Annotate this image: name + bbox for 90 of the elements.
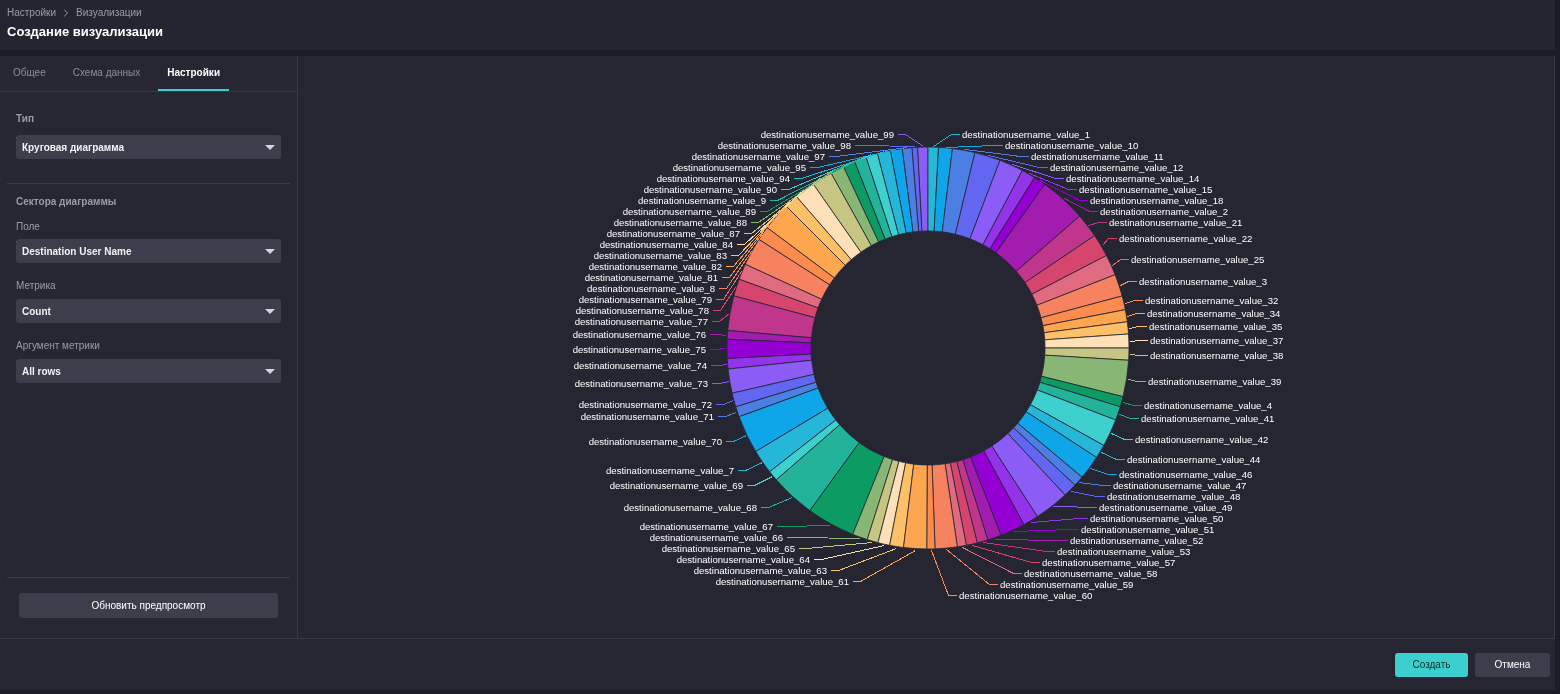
slice-label: destinationusername_value_35	[1149, 321, 1283, 332]
slice-label: destinationusername_value_95	[672, 162, 806, 173]
slice-label: destinationusername_value_46	[1119, 469, 1253, 480]
slice-label: destinationusername_value_90	[643, 184, 777, 195]
dropdown[interactable]: Destination User Name	[16, 239, 281, 263]
slice-label: destinationusername_value_25	[1131, 254, 1265, 265]
field-label: Тип	[16, 113, 35, 125]
slice-label: destinationusername_value_34	[1147, 308, 1281, 319]
breadcrumb-link[interactable]: Настройки	[7, 7, 57, 19]
slice-label: destinationusername_value_42	[1135, 434, 1269, 445]
slice-label: destinationusername_value_70	[588, 436, 722, 447]
slice-label: destinationusername_value_94	[656, 173, 790, 184]
slice-label: destinationusername_value_88	[613, 217, 747, 228]
slice-label: destinationusername_value_41	[1141, 413, 1275, 424]
slice-label: destinationusername_value_39	[1148, 376, 1282, 387]
slice-label: destinationusername_value_49	[1099, 502, 1233, 513]
slice-label: destinationusername_value_3	[1139, 276, 1267, 287]
field-label: Поле	[16, 221, 41, 233]
slice-label: destinationusername_value_81	[584, 272, 718, 283]
slice-label: destinationusername_value_58	[1024, 568, 1158, 579]
slice-label: destinationusername_value_11	[1031, 151, 1164, 162]
slice-label: destinationusername_value_68	[623, 502, 757, 513]
slice-label: destinationusername_value_12	[1050, 162, 1184, 173]
slice-label: destinationusername_value_76	[572, 329, 706, 340]
tab[interactable]: Общее	[4, 56, 55, 91]
caret-down-icon	[265, 144, 275, 150]
slice-label: destinationusername_value_21	[1109, 217, 1243, 228]
caret-down-icon	[265, 368, 275, 374]
slice-label: destinationusername_value_63	[693, 565, 827, 576]
slice-label: destinationusername_value_44	[1127, 454, 1261, 465]
slice-label: destinationusername_value_37	[1150, 335, 1284, 346]
dropdown[interactable]: Count	[16, 299, 281, 323]
slice-label: destinationusername_value_69	[609, 480, 743, 491]
slice-label: destinationusername_value_77	[574, 316, 708, 327]
slice-label: destinationusername_value_60	[959, 590, 1093, 601]
slice-label: destinationusername_value_59	[1000, 579, 1134, 590]
tab[interactable]: Настройки	[158, 56, 230, 91]
create-button[interactable]: Создать	[1395, 652, 1468, 677]
slice-label: destinationusername_value_47	[1113, 480, 1247, 491]
slice-label: destinationusername_value_87	[606, 228, 740, 239]
slice-label: destinationusername_value_84	[599, 239, 733, 250]
slice-label: destinationusername_value_72	[578, 399, 712, 410]
slice-label: destinationusername_value_50	[1090, 513, 1224, 524]
slice-label: destinationusername_value_38	[1150, 350, 1284, 361]
slice-label: destinationusername_value_32	[1145, 295, 1279, 306]
slice-label: destinationusername_value_14	[1066, 173, 1200, 184]
slice-label: destinationusername_value_57	[1042, 557, 1176, 568]
slice-label: destinationusername_value_2	[1100, 206, 1228, 217]
slice-label: destinationusername_value_66	[649, 532, 783, 543]
slice-label: destinationusername_value_79	[578, 294, 712, 305]
field-label: Метрика	[16, 280, 57, 292]
slice-label: destinationusername_value_64	[676, 554, 810, 565]
slice-label: destinationusername_value_10	[1005, 140, 1139, 151]
slice-label: destinationusername_value_71	[580, 411, 714, 422]
slice-label: destinationusername_value_74	[573, 360, 707, 371]
slice-label: destinationusername_value_82	[588, 261, 722, 272]
slice-label: destinationusername_value_75	[572, 344, 706, 355]
slice-label: destinationusername_value_67	[639, 521, 773, 532]
slice-label: destinationusername_value_8	[587, 283, 715, 294]
slice-label: destinationusername_value_98	[717, 140, 851, 151]
slice-label: destinationusername_value_22	[1119, 233, 1253, 244]
slice-label: destinationusername_value_97	[691, 151, 825, 162]
slice-label: destinationusername_value_89	[622, 206, 756, 217]
slice-label: destinationusername_value_83	[593, 250, 727, 261]
field-label: Аргумент метрики	[16, 340, 101, 352]
slice-label: destinationusername_value_48	[1107, 491, 1241, 502]
slice-label: destinationusername_value_53	[1057, 546, 1191, 557]
slice-label: destinationusername_value_61	[715, 576, 849, 587]
dropdown[interactable]: All rows	[16, 359, 281, 383]
slice-label: destinationusername_value_9	[638, 195, 766, 206]
slice-label: destinationusername_value_52	[1070, 535, 1204, 546]
refresh-preview-button[interactable]: Обновить предпросмотр	[19, 593, 278, 618]
slice-label: destinationusername_value_1	[962, 129, 1090, 140]
caret-down-icon	[265, 308, 275, 314]
slice-label: destinationusername_value_65	[661, 543, 795, 554]
slice-label: destinationusername_value_73	[574, 378, 708, 389]
slice-label: destinationusername_value_99	[760, 129, 894, 140]
slice-label: destinationusername_value_4	[1144, 400, 1272, 411]
breadcrumb-link[interactable]: Визуализации	[76, 7, 142, 19]
caret-down-icon	[265, 248, 275, 254]
slice-label: destinationusername_value_7	[606, 465, 734, 476]
dropdown[interactable]: Круговая диаграмма	[16, 135, 281, 159]
section-title: Сектора диаграммы	[16, 196, 118, 208]
slice-label: destinationusername_value_18	[1090, 195, 1224, 206]
tab[interactable]: Схема данных	[63, 56, 150, 91]
cancel-button[interactable]: Отмена	[1475, 652, 1550, 677]
page-title: Создание визуализации	[7, 24, 164, 40]
slice-label: destinationusername_value_15	[1079, 184, 1213, 195]
slice-label: destinationusername_value_51	[1081, 524, 1215, 535]
slice-label: destinationusername_value_78	[575, 305, 709, 316]
